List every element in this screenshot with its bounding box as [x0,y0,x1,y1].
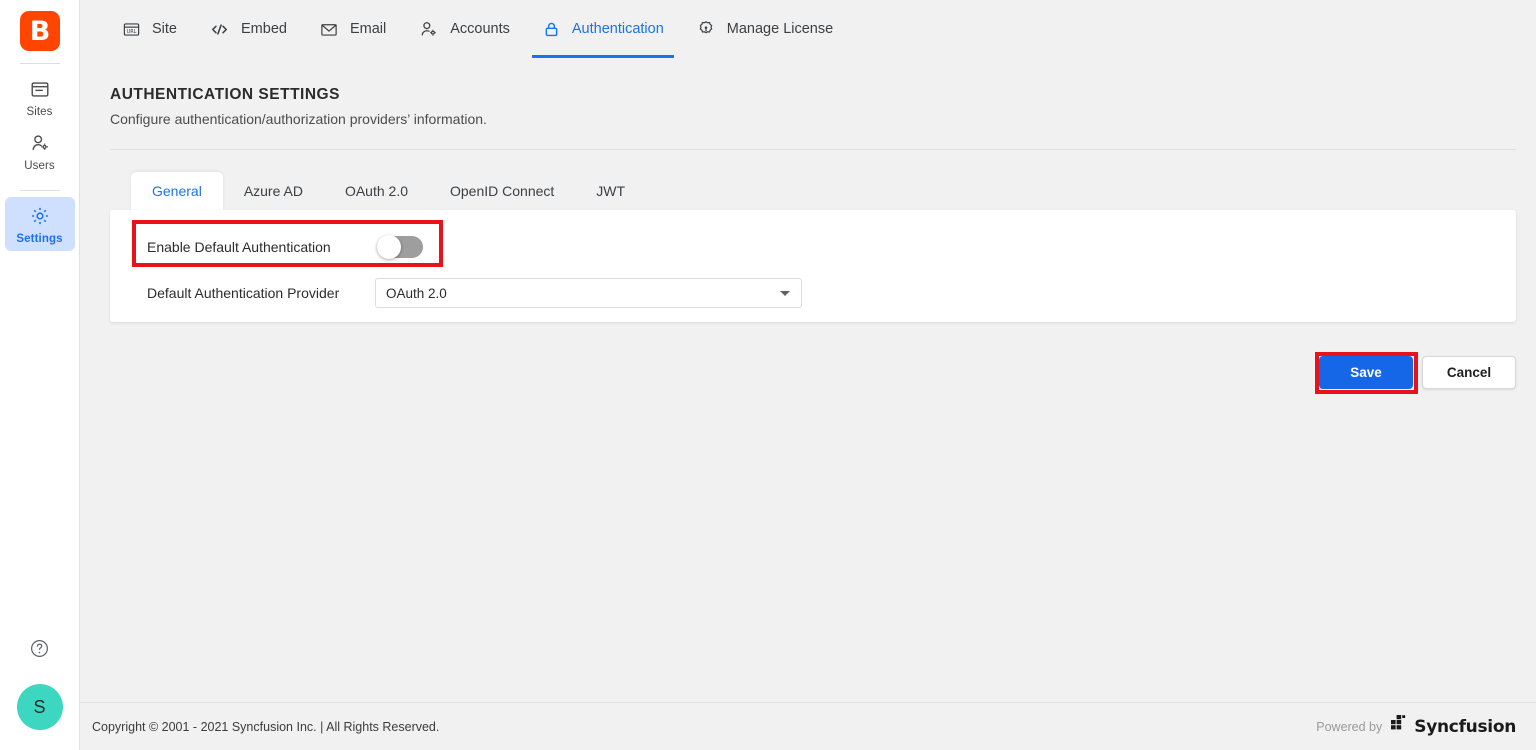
rail-divider-bottom [19,190,60,191]
app-logo-glyph: B [29,15,51,47]
rail-divider-top [19,63,60,64]
syncfusion-wordmark: Syncfusion [1414,716,1516,737]
powered-by-label: Powered by [1316,719,1383,734]
sites-icon [29,78,51,100]
default-auth-provider-row: Default Authentication Provider OAuth 2.… [147,278,802,308]
tab-general[interactable]: General [131,172,223,210]
gear-key-icon [696,19,716,39]
footer: Copyright © 2001 - 2021 Syncfusion Inc. … [80,702,1536,750]
enable-default-auth-row: Enable Default Authentication [147,235,423,259]
save-button[interactable]: Save [1319,356,1413,389]
code-brackets-icon [209,20,230,39]
tab-label: Site [152,21,177,37]
app-logo[interactable]: B [19,11,60,51]
person-gear-icon [418,19,439,39]
svg-text:URL: URL [127,28,137,34]
tab-authentication[interactable]: Authentication [531,0,674,58]
avatar[interactable]: S [16,684,63,730]
default-auth-provider-dropdown[interactable]: OAuth 2.0 [375,278,802,308]
top-navigation: URL Site Embed Email Accounts Authentica… [80,0,1536,60]
tab-accounts[interactable]: Accounts [408,0,520,58]
envelope-icon [319,20,339,39]
default-auth-provider-label: Default Authentication Provider [147,285,340,301]
enable-default-auth-label: Enable Default Authentication [147,239,331,255]
tab-embed[interactable]: Embed [199,0,297,58]
tab-manage-license[interactable]: Manage License [686,0,843,58]
copyright-text: Copyright © 2001 - 2021 Syncfusion Inc. … [92,719,440,734]
chevron-down-icon [780,291,790,296]
tab-label: Accounts [450,21,510,37]
avatar-initial: S [33,696,46,717]
sidebar-item-label: Users [24,160,55,172]
page-header: AUTHENTICATION SETTINGS Configure authen… [110,86,1516,127]
url-box-icon: URL [122,20,141,39]
form-actions: Save Cancel [1319,356,1516,389]
page-title: AUTHENTICATION SETTINGS [110,86,340,103]
sidebar-item-sites[interactable]: Sites [5,70,75,124]
tab-label: Authentication [571,21,664,37]
tab-label: Embed [241,21,287,37]
powered-by-group: Powered by Syncfusion [1316,715,1516,738]
syncfusion-mark-icon [1391,715,1411,738]
page-subtitle: Configure authentication/authorization p… [110,111,487,127]
left-rail: B Sites Users Settings S [0,0,80,750]
sidebar-item-settings[interactable]: Settings [4,197,75,251]
tab-oauth-2[interactable]: OAuth 2.0 [324,172,429,210]
enable-default-auth-toggle[interactable] [377,235,423,259]
dropdown-selected-value: OAuth 2.0 [386,285,447,301]
sidebar-item-label: Sites [26,106,53,118]
gear-icon [29,205,51,227]
settings-tabstrip: General Azure AD OAuth 2.0 OpenID Connec… [131,172,646,210]
app-root: B Sites Users Settings S URL Site Embed … [0,0,1536,750]
sidebar-item-label: Settings [16,233,63,245]
syncfusion-logo: Syncfusion [1391,715,1516,738]
tab-label: Manage License [726,21,834,37]
tab-site[interactable]: URL Site [112,0,187,58]
tab-openid-connect[interactable]: OpenID Connect [429,172,575,210]
toggle-knob [377,235,401,259]
sidebar-item-users[interactable]: Users [5,124,75,178]
users-icon [29,132,51,154]
tab-jwt[interactable]: JWT [575,172,646,210]
cancel-button[interactable]: Cancel [1422,356,1516,389]
tab-label: Email [349,21,387,37]
lock-icon [542,20,561,39]
rail-bottom-group: S [16,638,63,750]
help-circle-icon[interactable] [29,638,50,664]
tab-email[interactable]: Email [309,0,396,58]
header-divider [110,149,1516,150]
general-settings-card: Enable Default Authentication Default Au… [110,210,1516,322]
tab-azure-ad[interactable]: Azure AD [223,172,324,210]
